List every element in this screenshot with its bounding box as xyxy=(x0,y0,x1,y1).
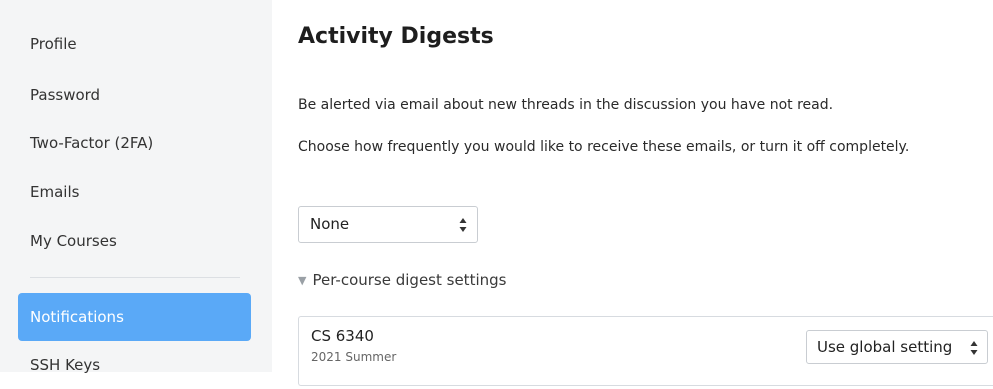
frequency-prompt: Choose how frequently you would like to … xyxy=(298,139,910,155)
course-digest-select[interactable]: Use global setting xyxy=(806,330,988,364)
select-updown-arrows-icon xyxy=(970,341,978,355)
digest-description: Be alerted via email about new threads i… xyxy=(298,97,834,113)
sidebar-item-profile[interactable]: Profile xyxy=(18,20,251,68)
sidebar-item-ssh-keys[interactable]: SSH Keys xyxy=(18,341,251,389)
course-digest-row: CS 6340 2021 Summer Use global setting xyxy=(298,316,993,386)
sidebar-divider xyxy=(30,277,240,278)
settings-sidebar: Profile Password Two-Factor (2FA) Emails… xyxy=(0,0,272,374)
per-course-toggle-label: Per-course digest settings xyxy=(312,271,507,289)
sidebar-item-my-courses[interactable]: My Courses xyxy=(18,217,251,265)
sidebar-item-notifications[interactable]: Notifications xyxy=(18,293,251,341)
course-digest-value: Use global setting xyxy=(817,338,953,356)
triangle-down-icon: ▼ xyxy=(298,274,307,287)
sidebar-item-emails[interactable]: Emails xyxy=(18,168,251,216)
main-content: Activity Digests Be alerted via email ab… xyxy=(298,0,993,386)
digest-frequency-value: None xyxy=(310,215,350,233)
sidebar-item-two-factor[interactable]: Two-Factor (2FA) xyxy=(18,119,251,167)
digest-frequency-select[interactable]: None xyxy=(298,206,478,243)
per-course-toggle[interactable]: ▼ Per-course digest settings xyxy=(298,271,506,289)
select-updown-arrows-icon xyxy=(459,218,467,232)
course-term: 2021 Summer xyxy=(311,350,397,364)
sidebar-item-password[interactable]: Password xyxy=(18,71,251,119)
course-code: CS 6340 xyxy=(311,327,374,345)
page-title: Activity Digests xyxy=(298,24,494,49)
